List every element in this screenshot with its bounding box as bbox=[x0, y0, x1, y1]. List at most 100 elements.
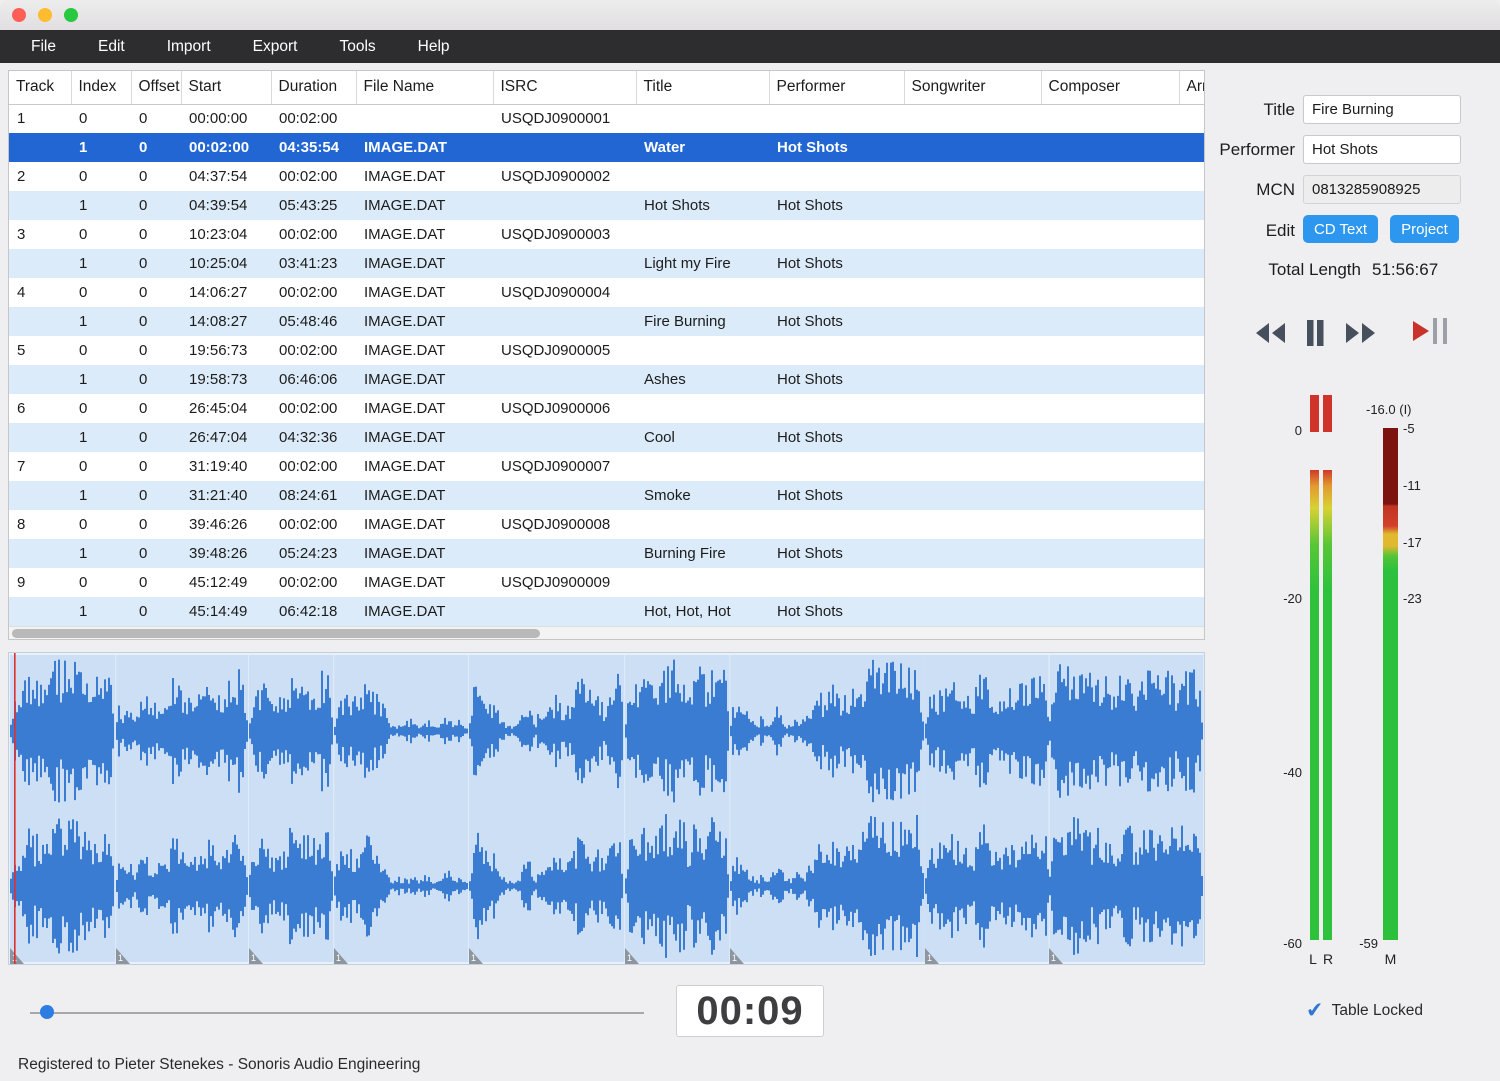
table-row[interactable]: 80039:46:2600:02:00IMAGE.DATUSQDJ0900008 bbox=[9, 510, 1205, 539]
menu-import[interactable]: Import bbox=[146, 30, 232, 63]
table-row[interactable]: 10000:00:0000:02:00USQDJ0900001 bbox=[9, 104, 1205, 133]
table-row[interactable]: 30010:23:0400:02:00IMAGE.DATUSQDJ0900003 bbox=[9, 220, 1205, 249]
cell-title: Hot Shots bbox=[636, 191, 769, 220]
cell-duration: 00:02:00 bbox=[271, 510, 356, 539]
table-locked-checkbox[interactable]: ✔ Table Locked bbox=[1306, 1000, 1423, 1021]
cell-arr bbox=[1179, 307, 1205, 336]
horizontal-scrollbar-thumb[interactable] bbox=[12, 629, 540, 638]
col-header-track[interactable]: Track bbox=[9, 71, 71, 104]
cell-file-name: IMAGE.DAT bbox=[356, 249, 493, 278]
cell-file-name: IMAGE.DAT bbox=[356, 133, 493, 162]
horizontal-scrollbar[interactable] bbox=[9, 626, 1204, 639]
rewind-button[interactable] bbox=[1254, 321, 1288, 350]
title-field[interactable] bbox=[1303, 95, 1461, 124]
close-button[interactable] bbox=[12, 8, 26, 22]
cell-duration: 00:02:00 bbox=[271, 568, 356, 597]
cell-performer bbox=[769, 510, 904, 539]
cell-performer bbox=[769, 452, 904, 481]
col-header-title[interactable]: Title bbox=[636, 71, 769, 104]
cell-performer: Hot Shots bbox=[769, 249, 904, 278]
table-row[interactable]: 60026:45:0400:02:00IMAGE.DATUSQDJ0900006 bbox=[9, 394, 1205, 423]
table-row[interactable]: 20004:37:5400:02:00IMAGE.DATUSQDJ0900002 bbox=[9, 162, 1205, 191]
cell-isrc bbox=[493, 249, 636, 278]
minimize-button[interactable] bbox=[38, 8, 52, 22]
fast-forward-button[interactable] bbox=[1343, 321, 1377, 350]
table-row[interactable]: 1031:21:4008:24:61IMAGE.DATSmokeHot Shot… bbox=[9, 481, 1205, 510]
table-row[interactable]: 1026:47:0404:32:36IMAGE.DATCoolHot Shots bbox=[9, 423, 1205, 452]
playback-slider-thumb[interactable] bbox=[40, 1005, 54, 1019]
cell-start: 45:12:49 bbox=[181, 568, 271, 597]
loudness-scale-59: -59 bbox=[1348, 936, 1378, 951]
cell-composer bbox=[1041, 307, 1179, 336]
cell-arr bbox=[1179, 365, 1205, 394]
play-from-marker-button[interactable] bbox=[1410, 317, 1448, 350]
cell-composer bbox=[1041, 568, 1179, 597]
menu-file[interactable]: File bbox=[10, 30, 77, 63]
cell-title bbox=[636, 394, 769, 423]
cell-index: 1 bbox=[71, 481, 131, 510]
col-header-songwriter[interactable]: Songwriter bbox=[904, 71, 1041, 104]
meter-left-bar bbox=[1310, 470, 1319, 940]
table-row[interactable]: 1019:58:7306:46:06IMAGE.DATAshesHot Shot… bbox=[9, 365, 1205, 394]
table-row[interactable]: 1000:02:0004:35:54IMAGE.DATWaterHot Shot… bbox=[9, 133, 1205, 162]
table-row[interactable]: 90045:12:4900:02:00IMAGE.DATUSQDJ0900009 bbox=[9, 568, 1205, 597]
svg-text:1: 1 bbox=[1051, 953, 1056, 963]
col-header-offset[interactable]: Offset bbox=[131, 71, 181, 104]
cd-text-button[interactable]: CD Text bbox=[1303, 215, 1378, 243]
menu-help[interactable]: Help bbox=[397, 30, 471, 63]
cell-arr bbox=[1179, 336, 1205, 365]
col-header-index[interactable]: Index bbox=[71, 71, 131, 104]
project-button[interactable]: Project bbox=[1390, 215, 1459, 243]
cell-duration: 06:42:18 bbox=[271, 597, 356, 626]
track-table: Track Index Offset Start Duration File N… bbox=[8, 70, 1205, 640]
col-header-file-name[interactable]: File Name bbox=[356, 71, 493, 104]
cell-performer bbox=[769, 278, 904, 307]
cell-performer: Hot Shots bbox=[769, 481, 904, 510]
cell-isrc bbox=[493, 191, 636, 220]
col-header-isrc[interactable]: ISRC bbox=[493, 71, 636, 104]
menu-edit[interactable]: Edit bbox=[77, 30, 146, 63]
cell-title: Cool bbox=[636, 423, 769, 452]
table-row[interactable]: 1004:39:5405:43:25IMAGE.DATHot ShotsHot … bbox=[9, 191, 1205, 220]
cell-index: 0 bbox=[71, 220, 131, 249]
col-header-start[interactable]: Start bbox=[181, 71, 271, 104]
menu-tools[interactable]: Tools bbox=[318, 30, 396, 63]
cell-songwriter bbox=[904, 191, 1041, 220]
meter-right-bar bbox=[1323, 470, 1332, 940]
cell-composer bbox=[1041, 162, 1179, 191]
cell-offset: 0 bbox=[131, 510, 181, 539]
table-row[interactable]: 40014:06:2700:02:00IMAGE.DATUSQDJ0900004 bbox=[9, 278, 1205, 307]
cell-file-name: IMAGE.DAT bbox=[356, 481, 493, 510]
waveform-display[interactable]: 111111111 bbox=[8, 652, 1205, 965]
cell-file-name: IMAGE.DAT bbox=[356, 452, 493, 481]
cell-title: Hot, Hot, Hot bbox=[636, 597, 769, 626]
zoom-button[interactable] bbox=[64, 8, 78, 22]
cell-arr bbox=[1179, 452, 1205, 481]
cell-offset: 0 bbox=[131, 278, 181, 307]
col-header-duration[interactable]: Duration bbox=[271, 71, 356, 104]
table-row[interactable]: 1014:08:2705:48:46IMAGE.DATFire BurningH… bbox=[9, 307, 1205, 336]
cell-isrc: USQDJ0900008 bbox=[493, 510, 636, 539]
cell-isrc bbox=[493, 539, 636, 568]
menu-export[interactable]: Export bbox=[232, 30, 319, 63]
table-row[interactable]: 1010:25:0403:41:23IMAGE.DATLight my Fire… bbox=[9, 249, 1205, 278]
table-row[interactable]: 1039:48:2605:24:23IMAGE.DATBurning FireH… bbox=[9, 539, 1205, 568]
playback-slider[interactable] bbox=[30, 1012, 644, 1014]
cell-offset: 0 bbox=[131, 104, 181, 133]
cell-songwriter bbox=[904, 365, 1041, 394]
svg-text:1: 1 bbox=[118, 953, 123, 963]
performer-field[interactable] bbox=[1303, 135, 1461, 164]
table-row[interactable]: 1045:14:4906:42:18IMAGE.DATHot, Hot, Hot… bbox=[9, 597, 1205, 626]
cell-arr bbox=[1179, 597, 1205, 626]
table-row[interactable]: 70031:19:4000:02:00IMAGE.DATUSQDJ0900007 bbox=[9, 452, 1205, 481]
table-row[interactable]: 50019:56:7300:02:00IMAGE.DATUSQDJ0900005 bbox=[9, 336, 1205, 365]
cell-start: 00:02:00 bbox=[181, 133, 271, 162]
cell-performer bbox=[769, 162, 904, 191]
mcn-field[interactable] bbox=[1303, 175, 1461, 204]
cell-offset: 0 bbox=[131, 365, 181, 394]
col-header-performer[interactable]: Performer bbox=[769, 71, 904, 104]
pause-button[interactable] bbox=[1305, 319, 1326, 352]
col-header-composer[interactable]: Composer bbox=[1041, 71, 1179, 104]
cell-offset: 0 bbox=[131, 336, 181, 365]
cell-performer bbox=[769, 394, 904, 423]
